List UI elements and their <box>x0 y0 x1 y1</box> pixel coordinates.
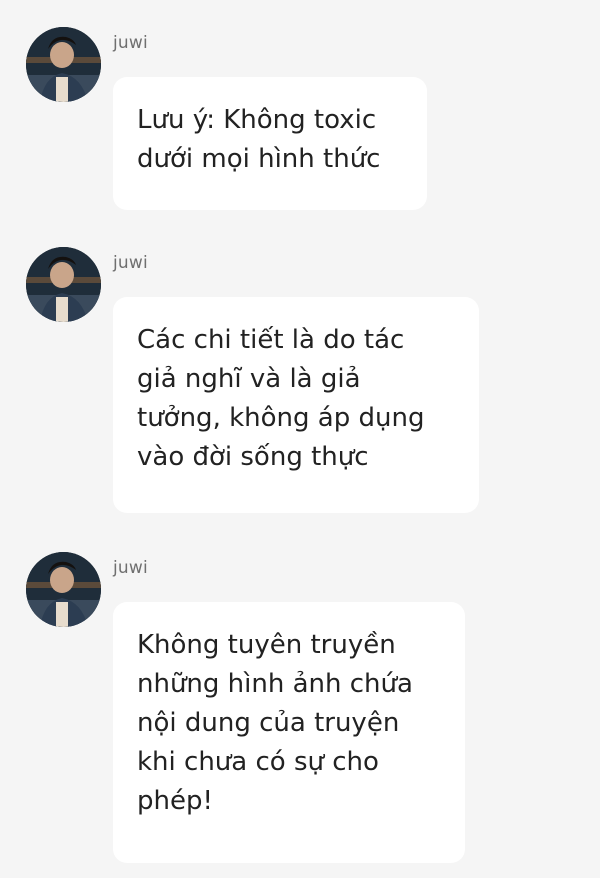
message-text-line: Không tuyên truyền <box>137 630 396 660</box>
message-bubble: Lưu ý: Không toxic dưới mọi hình thức <box>113 77 427 210</box>
message-bubble: Không tuyên truyền những hình ảnh chứa n… <box>113 602 465 863</box>
message-text-line: vào đời sống thực <box>137 442 369 472</box>
message-text-line: phép! <box>137 786 213 816</box>
avatar-photo-icon <box>26 27 101 102</box>
user-avatar[interactable] <box>26 27 101 102</box>
avatar-photo-icon <box>26 552 101 627</box>
message-text-line: khi chưa có sự cho <box>137 747 379 777</box>
message-text-line: dưới mọi hình thức <box>137 144 381 174</box>
message-text-line: những hình ảnh chứa <box>137 669 413 699</box>
avatar-photo-icon <box>26 247 101 322</box>
message-bubble: Các chi tiết là do tác giả nghĩ và là gi… <box>113 297 479 513</box>
message-text-line: tưởng, không áp dụng <box>137 403 425 433</box>
user-avatar[interactable] <box>26 247 101 322</box>
message-text-line: Lưu ý: Không toxic <box>137 105 377 135</box>
message-author[interactable]: juwi <box>113 253 148 273</box>
user-avatar[interactable] <box>26 552 101 627</box>
message-author[interactable]: juwi <box>113 558 148 578</box>
message-text-line: Các chi tiết là do tác <box>137 325 405 355</box>
message-author[interactable]: juwi <box>113 33 148 53</box>
message-text-line: giả nghĩ và là giả <box>137 364 361 394</box>
chat-thread: juwi Lưu ý: Không toxic dưới mọi hình th… <box>0 0 600 878</box>
message-text-line: nội dung của truyện <box>137 708 400 738</box>
